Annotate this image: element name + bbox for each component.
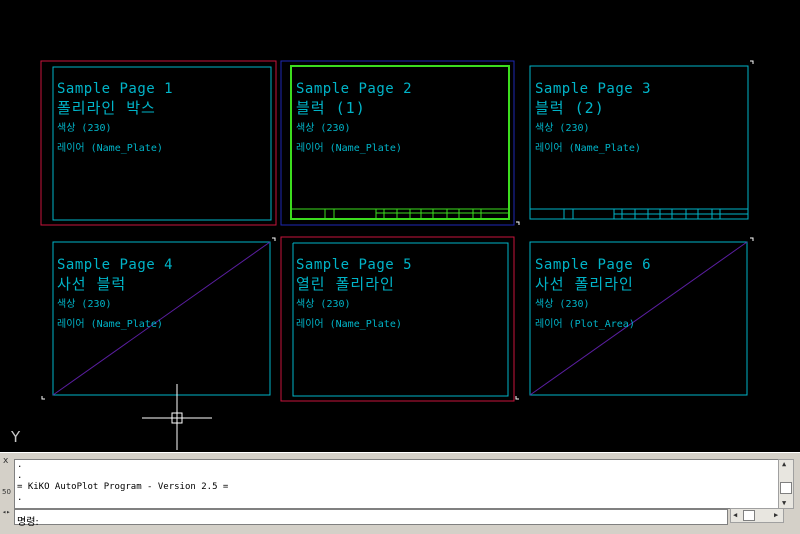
drawing-canvas[interactable]: Sample Page 1 폴리라인 박스 색상 (230) 레이어 (Name… [0,0,800,452]
page2-label: Sample Page 2 블럭 (1) 색상 (230) 레이어 (Name_… [296,80,412,156]
command-prompt: 명령: [17,517,39,528]
page1-label: Sample Page 1 폴리라인 박스 색상 (230) 레이어 (Name… [57,80,173,156]
page6-subtitle: 사선 폴리라인 [535,275,634,293]
page5-subtitle: 열린 폴리라인 [296,275,395,293]
page6-label: Sample Page 6 사선 폴리라인 색상 (230) 레이어 (Plot… [535,256,651,332]
page1-title: Sample Page 1 [57,81,174,97]
page3-label: Sample Page 3 블럭 (2) 색상 (230) 레이어 (Name_… [535,80,651,156]
page4-title: Sample Page 4 [57,257,174,273]
page5-title: Sample Page 5 [296,257,413,273]
page3-title-block [530,208,748,219]
page3-layer: 레이어 (Name_Plate) [535,143,641,154]
page1-color: 색상 (230) [57,123,112,134]
scroll-left-icon[interactable]: ◀ [733,511,737,519]
page4-subtitle: 사선 블럭 [57,275,127,293]
page6-color: 색상 (230) [535,299,590,310]
page4-color: 색상 (230) [57,299,112,310]
page6-layer: 레이어 (Plot_Area) [535,319,635,330]
scroll-down-icon[interactable]: ▼ [782,499,786,507]
history-vertical-scrollbar[interactable]: ▲ ▼ [778,459,794,509]
page4-layer: 레이어 (Name_Plate) [57,319,163,330]
crosshair-cursor [142,384,212,450]
page2-subtitle: 블럭 (1) [296,99,366,117]
history-line: . [17,471,23,481]
page5-layer: 레이어 (Name_Plate) [296,319,402,330]
close-icon[interactable]: x [3,456,8,466]
page1-subtitle: 폴리라인 박스 [57,99,156,117]
scroll-right-icon[interactable]: ▶ [774,511,778,519]
page6-title: Sample Page 6 [535,257,652,273]
scroll-thumb[interactable] [780,482,792,494]
page1-layer: 레이어 (Name_Plate) [57,143,163,154]
history-line: = KiKO AutoPlot Program - Version 2.5 = [17,482,229,492]
scroll-up-icon[interactable]: ▲ [782,460,786,468]
ucs-y-axis-label: Y [11,428,21,446]
page5-label: Sample Page 5 열린 폴리라인 색상 (230) 레이어 (Name… [296,256,412,332]
drawing-svg [40,60,754,450]
page4-label: Sample Page 4 사선 블럭 색상 (230) 레이어 (Name_P… [57,256,173,332]
page5-color: 색상 (230) [296,299,351,310]
history-line: . [17,460,23,470]
page3-subtitle: 블럭 (2) [535,99,605,117]
command-input[interactable]: 명령: [14,509,728,528]
page2-color: 색상 (230) [296,123,351,134]
page3-title: Sample Page 3 [535,81,652,97]
panel-number: 50 [2,488,11,496]
command-history[interactable]: . . = KiKO AutoPlot Program - Version 2.… [14,459,780,509]
command-panel: x 50 ◂▸ . . = KiKO AutoPlot Program - Ve… [0,452,800,534]
page2-title: Sample Page 2 [296,81,413,97]
command-panel-grip[interactable]: x 50 ◂▸ [2,456,12,532]
page2-layer: 레이어 (Name_Plate) [296,143,402,154]
command-horizontal-scrollbar[interactable]: ◀ ▶ [730,508,784,523]
scroll-thumb[interactable] [743,510,755,521]
page3-color: 색상 (230) [535,123,590,134]
page2-title-block [292,208,508,218]
history-line: . [17,493,23,503]
arrow-updown-icon[interactable]: ◂▸ [2,508,10,516]
